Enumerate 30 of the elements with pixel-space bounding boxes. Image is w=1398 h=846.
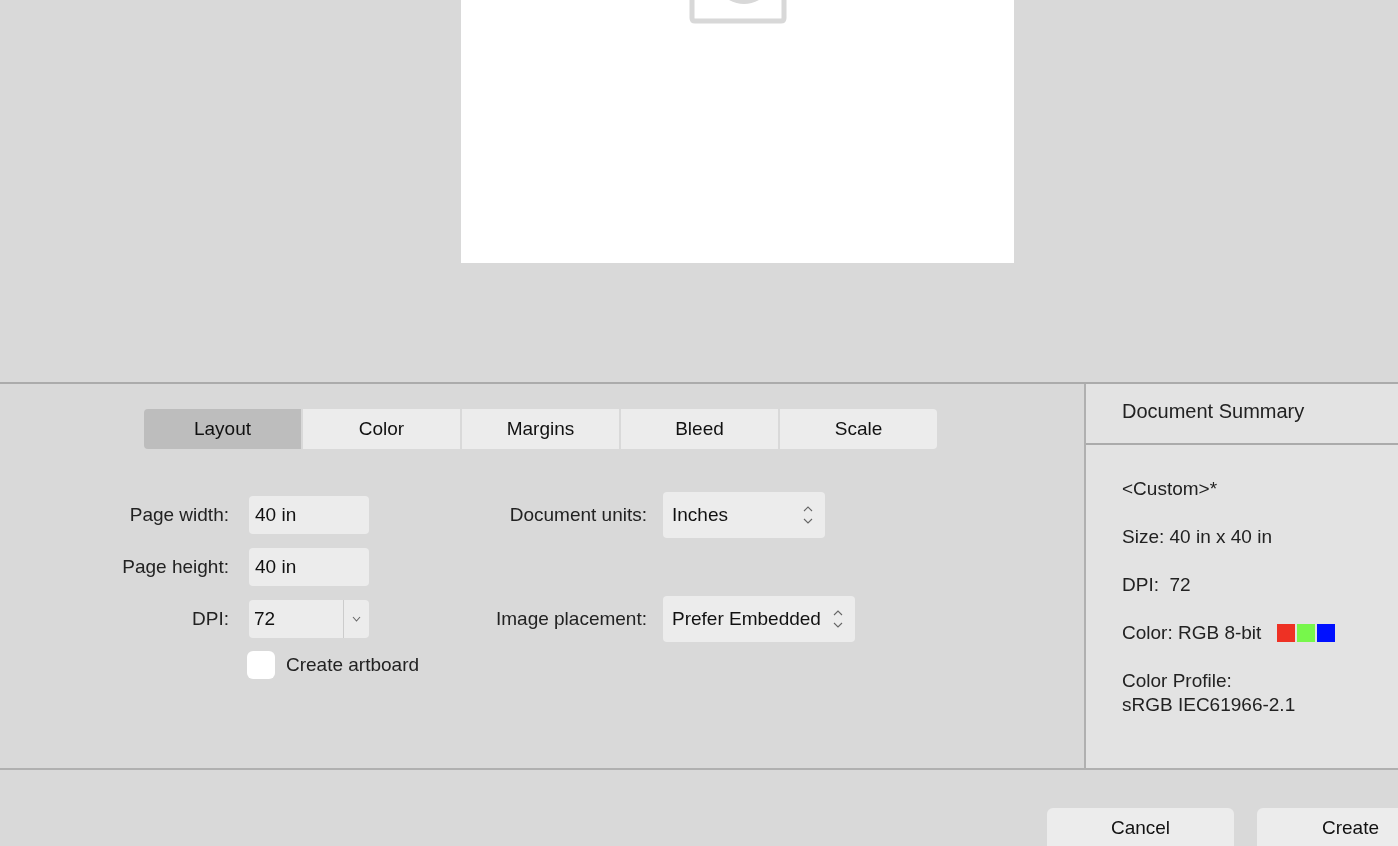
up-down-arrows-icon: [832, 609, 843, 629]
combo-box[interactable]: 72: [249, 600, 369, 638]
input-field[interactable]: 40 in: [249, 548, 369, 586]
tab[interactable]: Margins: [462, 409, 619, 449]
chevron-down-icon: [352, 616, 361, 622]
tab[interactable]: Bleed: [621, 409, 778, 449]
checkbox[interactable]: [247, 651, 275, 679]
tab[interactable]: Color: [303, 409, 460, 449]
tab[interactable]: Scale: [780, 409, 937, 449]
input-field[interactable]: 40 in: [249, 496, 369, 534]
field-label: Image placement:: [494, 608, 647, 630]
summary-text: Color: RGB 8-bit: [1122, 621, 1262, 645]
summary-text: DPI: 72: [1122, 573, 1192, 597]
dialog-button[interactable]: Cancel: [1047, 808, 1234, 846]
field-label: DPI:: [191, 608, 229, 630]
summary-title: Document Summary: [1086, 384, 1398, 445]
checkbox-label: Create artboard: [286, 654, 420, 676]
summary-text: Size: 40 in x 40 in: [1122, 525, 1273, 549]
popup-button[interactable]: Prefer Embedded: [663, 596, 855, 642]
dialog-button[interactable]: Create: [1257, 808, 1398, 846]
popup-button[interactable]: Inches: [663, 492, 825, 538]
up-down-arrows-icon: [803, 505, 813, 525]
summary-text: Color Profile:: [1122, 669, 1233, 693]
summary-text: <Custom>*: [1122, 477, 1219, 501]
field-label: Page width:: [128, 504, 229, 526]
image-placeholder-icon: [688, 0, 787, 24]
field-label: Page height:: [121, 556, 229, 578]
field-label: Document units:: [508, 504, 647, 526]
tab[interactable]: Layout: [144, 409, 301, 449]
summary-text: sRGB IEC61966-2.1: [1122, 693, 1297, 717]
